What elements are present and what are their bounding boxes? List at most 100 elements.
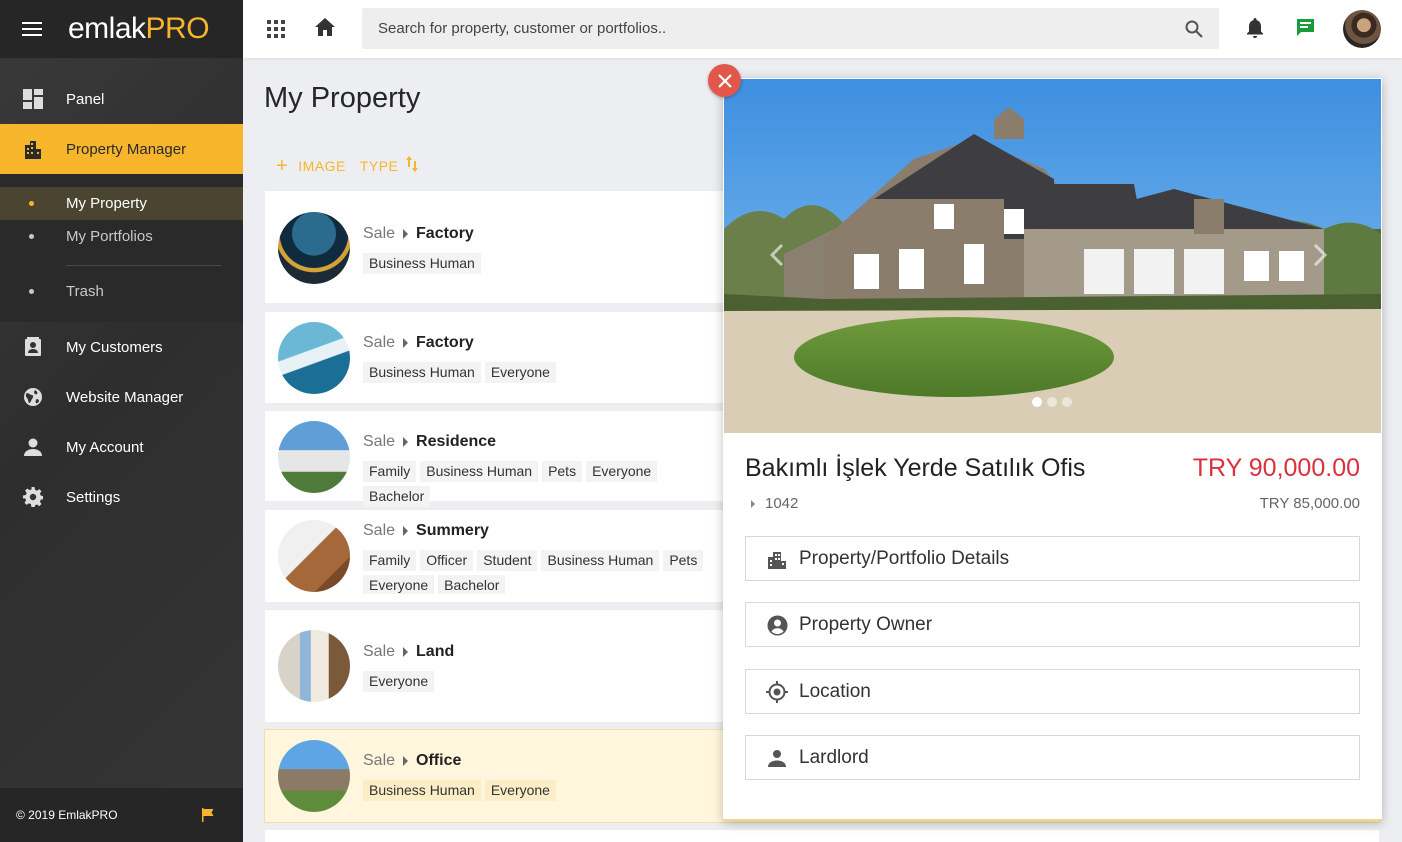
sidebar-subitem-my-property[interactable]: My Property (0, 187, 243, 220)
search-input[interactable] (362, 8, 1219, 49)
tag: Bachelor (363, 486, 431, 507)
image-button[interactable]: IMAGE (298, 158, 346, 174)
tag-list: Family Business Human Pets Everyone Bach… (363, 461, 723, 511)
sidebar-subitem-label: My Portfolios (66, 228, 153, 245)
tag: Officer (420, 550, 474, 571)
section-property-details[interactable]: Property/Portfolio Details (745, 536, 1360, 581)
bullet-icon (29, 234, 34, 239)
listing-type: Sale (363, 643, 396, 660)
sidebar-item-label: My Account (66, 438, 144, 456)
property-thumbnail (278, 520, 350, 592)
listing-type: Sale (363, 334, 396, 351)
property-category: Sale Land (363, 643, 454, 661)
property-photo-carousel[interactable] (724, 79, 1381, 433)
property-thumbnail (278, 630, 350, 702)
listing-type: Sale (363, 522, 396, 539)
menu-icon[interactable] (22, 22, 42, 36)
property-detail-panel: Bakımlı İşlek Yerde Satılık Ofis TRY 90,… (723, 78, 1382, 821)
carousel-dot[interactable] (1062, 397, 1072, 407)
sidebar-item-panel[interactable]: Panel (0, 74, 243, 124)
apps-grid-icon[interactable] (267, 20, 285, 38)
property-card[interactable] (264, 829, 1380, 842)
tag-list: Business Human (363, 253, 723, 278)
tag-list: Business Human Everyone (363, 780, 723, 805)
sidebar-item-my-account[interactable]: My Account (0, 422, 243, 472)
property-kind: Factory (416, 225, 474, 242)
tag: Pets (542, 461, 583, 482)
listing-type: Sale (363, 433, 396, 450)
property-thumbnail (278, 322, 350, 394)
sidebar-item-property-manager[interactable]: Property Manager (0, 124, 243, 174)
sort-icon[interactable] (406, 156, 419, 175)
property-category: Sale Factory (363, 225, 474, 243)
property-kind: Residence (416, 433, 497, 450)
topbar (243, 0, 1402, 58)
section-label: Property/Portfolio Details (799, 547, 1010, 569)
carousel-next-icon[interactable] (1313, 243, 1328, 271)
tag: Pets (663, 550, 704, 571)
sidebar-item-label: My Customers (66, 338, 163, 356)
globe-icon (23, 387, 43, 407)
property-kind: Land (416, 643, 455, 660)
sidebar-divider (66, 265, 221, 266)
bell-icon[interactable] (1246, 18, 1264, 44)
sidebar-item-my-customers[interactable]: My Customers (0, 322, 243, 372)
tag: Business Human (541, 550, 660, 571)
tag: Everyone (586, 461, 658, 482)
tag: Everyone (363, 575, 435, 594)
close-button[interactable] (708, 64, 741, 97)
listing-type: Sale (363, 752, 396, 769)
sidebar-subitem-label: My Property (66, 195, 147, 212)
copyright-text: © 2019 EmlakPRO (16, 808, 118, 822)
avatar[interactable] (1343, 10, 1381, 48)
location-target-icon (766, 681, 788, 703)
tag: Business Human (363, 780, 481, 801)
arrow-right-icon (403, 647, 409, 657)
tag: Everyone (484, 362, 556, 383)
sidebar-footer: © 2019 EmlakPRO (0, 788, 243, 842)
building-icon (766, 548, 788, 570)
sidebar-subitem-label: Trash (66, 283, 104, 300)
section-landlord[interactable]: Lardlord (745, 735, 1360, 780)
add-icon[interactable]: + (276, 156, 288, 176)
property-reference: 1042 (751, 495, 798, 512)
app-logo[interactable]: emlakPRO (68, 12, 210, 46)
property-old-price: TRY 85,000.00 (1259, 495, 1360, 512)
property-thumbnail (278, 212, 350, 284)
sidebar-item-website-manager[interactable]: Website Manager (0, 372, 243, 422)
carousel-dot[interactable] (1047, 397, 1057, 407)
tag: Everyone (363, 671, 435, 692)
flag-icon[interactable] (201, 808, 215, 825)
sidebar-item-label: Settings (66, 488, 121, 506)
home-icon[interactable] (315, 18, 335, 41)
chat-icon[interactable] (1295, 18, 1316, 44)
property-title: Bakımlı İşlek Yerde Satılık Ofis (745, 454, 1086, 482)
tag: Everyone (484, 780, 556, 801)
search-icon[interactable] (1185, 20, 1203, 43)
close-icon (717, 73, 732, 88)
property-category: Sale Factory (363, 334, 474, 352)
sidebar-item-label: Property Manager (66, 140, 187, 158)
property-category: Sale Office (363, 752, 461, 770)
tag-list: Business Human Everyone (363, 362, 723, 387)
type-sort-button[interactable]: TYPE (360, 158, 399, 174)
list-actions: + IMAGE TYPE (276, 156, 419, 176)
section-label: Lardlord (799, 746, 869, 768)
property-kind: Factory (416, 334, 474, 351)
arrow-right-icon (403, 229, 409, 239)
arrow-right-icon (403, 526, 409, 536)
dashboard-icon (23, 89, 43, 109)
contacts-icon (23, 337, 43, 357)
sidebar-subitem-my-portfolios[interactable]: My Portfolios (0, 220, 243, 253)
section-label: Property Owner (799, 613, 933, 635)
listing-type: Sale (363, 225, 396, 242)
section-property-owner[interactable]: Property Owner (745, 602, 1360, 647)
sidebar-item-settings[interactable]: Settings (0, 472, 243, 522)
property-price: TRY 90,000.00 (1192, 454, 1360, 482)
sidebar-subitem-trash[interactable]: Trash (0, 275, 243, 308)
bullet-icon (29, 201, 34, 206)
carousel-prev-icon[interactable] (769, 243, 784, 271)
section-location[interactable]: Location (745, 669, 1360, 714)
carousel-dot[interactable] (1032, 397, 1042, 407)
tag: Family (363, 461, 417, 482)
